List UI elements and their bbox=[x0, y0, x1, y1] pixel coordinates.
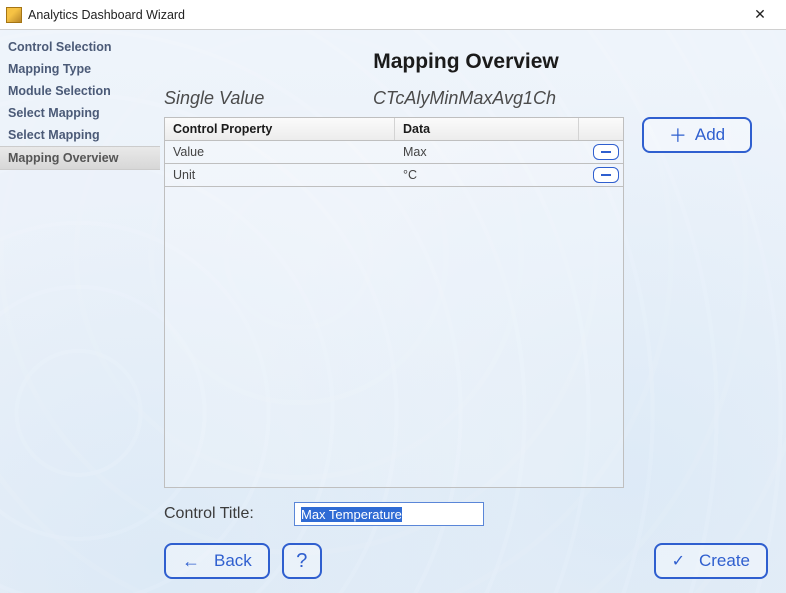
arrow-left-icon bbox=[182, 551, 206, 572]
help-icon: ? bbox=[296, 550, 307, 573]
window-title: Analytics Dashboard Wizard bbox=[28, 8, 185, 22]
subheading-row: Single Value CTcAlyMinMaxAvg1Ch bbox=[164, 88, 768, 109]
remove-row-button[interactable] bbox=[593, 167, 619, 183]
header-actions bbox=[579, 118, 623, 140]
control-title-row: Control Title: bbox=[164, 502, 768, 526]
control-title-input[interactable] bbox=[294, 502, 484, 526]
close-button[interactable]: ✕ bbox=[742, 4, 778, 26]
step-module-selection[interactable]: Module Selection bbox=[0, 80, 160, 102]
table-row[interactable]: Unit °C bbox=[165, 164, 623, 187]
create-button[interactable]: Create bbox=[654, 543, 768, 579]
help-button[interactable]: ? bbox=[282, 543, 322, 579]
content-pane: Mapping Overview Single Value CTcAlyMinM… bbox=[160, 30, 786, 593]
cell-data: °C bbox=[395, 165, 579, 185]
step-select-mapping-1[interactable]: Select Mapping bbox=[0, 102, 160, 124]
add-button[interactable]: ＋ Add bbox=[642, 117, 752, 153]
control-kind-label: Single Value bbox=[164, 88, 349, 109]
wizard-steps-sidebar: Control Selection Mapping Type Module Se… bbox=[0, 30, 160, 593]
minus-icon bbox=[601, 151, 611, 153]
header-data[interactable]: Data bbox=[395, 118, 579, 140]
page-title: Mapping Overview bbox=[164, 50, 768, 74]
cell-data: Max bbox=[395, 142, 579, 162]
client-area: Control Selection Mapping Type Module Se… bbox=[0, 30, 786, 593]
step-mapping-overview[interactable]: Mapping Overview bbox=[0, 146, 160, 170]
control-title-label: Control Title: bbox=[164, 505, 274, 523]
footer: Back ? Create bbox=[164, 527, 768, 579]
create-button-label: Create bbox=[699, 551, 750, 571]
step-mapping-type[interactable]: Mapping Type bbox=[0, 58, 160, 80]
mapping-table: Control Property Data Value Max Unit °C bbox=[164, 117, 624, 488]
table-row[interactable]: Value Max bbox=[165, 141, 623, 164]
cell-property: Value bbox=[165, 142, 395, 162]
step-select-mapping-2[interactable]: Select Mapping bbox=[0, 124, 160, 146]
remove-row-button[interactable] bbox=[593, 144, 619, 160]
back-button-label: Back bbox=[214, 551, 252, 571]
close-icon: ✕ bbox=[754, 6, 766, 23]
add-button-label: Add bbox=[695, 125, 725, 145]
plus-icon: ＋ bbox=[669, 122, 687, 148]
back-button[interactable]: Back bbox=[164, 543, 270, 579]
step-control-selection[interactable]: Control Selection bbox=[0, 36, 160, 58]
table-header: Control Property Data bbox=[165, 118, 623, 141]
module-type-label: CTcAlyMinMaxAvg1Ch bbox=[373, 88, 556, 109]
minus-icon bbox=[601, 174, 611, 176]
app-icon bbox=[6, 7, 22, 23]
table-empty-area bbox=[165, 187, 623, 487]
header-control-property[interactable]: Control Property bbox=[165, 118, 395, 140]
check-icon bbox=[672, 551, 691, 571]
cell-property: Unit bbox=[165, 165, 395, 185]
titlebar: Analytics Dashboard Wizard ✕ bbox=[0, 0, 786, 30]
